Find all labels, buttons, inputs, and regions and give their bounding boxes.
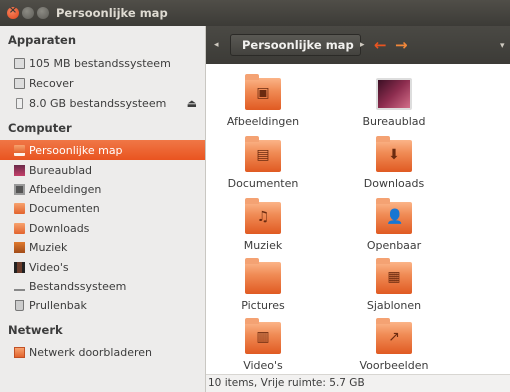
public-folder-icon: 👤 xyxy=(376,198,412,234)
breadcrumb-right-arrow[interactable]: ▸ xyxy=(360,40,365,50)
music-folder-icon xyxy=(14,241,25,253)
pictures-folder-icon xyxy=(14,183,25,195)
sidebar-item-trash[interactable]: Prullenbak xyxy=(0,295,205,315)
title-bar: × Persoonlijke map xyxy=(0,0,510,26)
status-text: 10 items, Vrije ruimte: 5.7 GB xyxy=(208,377,365,389)
sidebar-item-label: Prullenbak xyxy=(29,298,87,312)
sidebar-item-recover[interactable]: Recover xyxy=(0,73,205,93)
pictures-folder-icon: ▣ xyxy=(245,74,281,110)
file-item-afbeeldingen[interactable]: ▣ Afbeeldingen xyxy=(215,74,311,140)
file-item-sjablonen[interactable]: ▦ Sjablonen xyxy=(346,258,442,324)
breadcrumb-label: Persoonlijke map xyxy=(242,38,354,52)
sidebar-heading-network: Netwerk xyxy=(8,323,63,337)
videos-folder-icon xyxy=(14,261,25,273)
breadcrumb-home-button[interactable]: Persoonlijke map xyxy=(230,34,361,56)
downloads-folder-icon: ⬇ xyxy=(376,136,412,172)
menu-arrow[interactable]: ▾ xyxy=(500,41,505,51)
documents-folder-icon: ▤ xyxy=(245,136,281,172)
sidebar-item-label: 8.0 GB bestandssysteem xyxy=(29,96,167,110)
sidebar-item-label: 105 MB bestandssysteem xyxy=(29,56,171,70)
examples-folder-icon: ↗ xyxy=(376,318,412,354)
minimize-button[interactable] xyxy=(22,7,34,19)
trash-icon xyxy=(15,299,24,311)
file-label: Openbaar xyxy=(366,239,422,252)
file-label: Sjablonen xyxy=(366,299,422,312)
file-label: Voorbeelden xyxy=(359,359,429,372)
sidebar-heading-computer: Computer xyxy=(8,121,72,135)
eject-icon[interactable]: ⏏ xyxy=(187,97,197,110)
file-label: Muziek xyxy=(243,239,283,252)
back-button[interactable]: ← xyxy=(374,36,387,54)
templates-folder-icon: ▦ xyxy=(376,258,412,294)
desktop-icon xyxy=(14,164,25,176)
sidebar-item-music[interactable]: Muziek xyxy=(0,237,205,257)
sidebar-item-label: Documenten xyxy=(29,201,100,215)
file-item-bureaublad[interactable]: Bureaublad xyxy=(346,78,442,140)
file-item-pictures[interactable]: Pictures xyxy=(215,258,311,324)
sidebar-item-pictures[interactable]: Afbeeldingen xyxy=(0,179,205,199)
file-item-openbaar[interactable]: 👤 Openbaar xyxy=(346,198,442,264)
sidebar-item-label: Persoonlijke map xyxy=(29,143,123,157)
sidebar-heading-devices: Apparaten xyxy=(8,33,77,47)
maximize-button[interactable] xyxy=(37,7,49,19)
file-label: Video's xyxy=(243,359,283,372)
sidebar: Apparaten 105 MB bestandssysteem Recover… xyxy=(0,26,206,392)
sidebar-item-desktop[interactable]: Bureaublad xyxy=(0,160,205,180)
downloads-folder-icon xyxy=(14,222,25,234)
sidebar-item-label: Bureaublad xyxy=(29,163,93,177)
filesystem-icon xyxy=(14,285,25,291)
window-title: Persoonlijke map xyxy=(56,6,168,20)
sidebar-item-label: Downloads xyxy=(29,221,90,235)
sidebar-item-videos[interactable]: Video's xyxy=(0,257,205,277)
sidebar-item-browse-network[interactable]: Netwerk doorbladeren xyxy=(0,342,205,362)
network-icon xyxy=(14,346,25,358)
file-item-downloads[interactable]: ⬇ Downloads xyxy=(346,136,442,202)
desktop-icon xyxy=(376,78,412,110)
folder-icon xyxy=(245,258,281,294)
file-label: Bureaublad xyxy=(362,115,426,128)
sidebar-item-label: Video's xyxy=(29,260,69,274)
sidebar-item-home[interactable]: Persoonlijke map xyxy=(0,140,205,160)
sidebar-item-label: Bestandssysteem xyxy=(29,279,127,293)
file-grid: ▣ Afbeeldingen Bureaublad ▤ Documenten ⬇… xyxy=(206,64,510,374)
sidebar-item-label: Muziek xyxy=(29,240,68,254)
sidebar-item-label: Afbeeldingen xyxy=(29,182,102,196)
sidebar-item-documents[interactable]: Documenten xyxy=(0,198,205,218)
file-label: Afbeeldingen xyxy=(226,115,300,128)
sidebar-item-label: Recover xyxy=(29,76,74,90)
sidebar-item-label: Netwerk doorbladeren xyxy=(29,345,152,359)
file-item-muziek[interactable]: ♫ Muziek xyxy=(215,198,311,264)
usb-drive-icon xyxy=(16,97,23,109)
sidebar-item-filesystem[interactable]: Bestandssysteem xyxy=(0,276,205,296)
disk-icon xyxy=(14,57,25,69)
sidebar-item-105mb[interactable]: 105 MB bestandssysteem xyxy=(0,53,205,73)
status-bar: 10 items, Vrije ruimte: 5.7 GB xyxy=(206,374,510,392)
close-icon: × xyxy=(8,5,18,16)
toolbar: ◂ Persoonlijke map ▸ ← → ▾ xyxy=(206,26,510,64)
breadcrumb-left-arrow[interactable]: ◂ xyxy=(214,40,219,50)
close-button[interactable]: × xyxy=(7,5,19,19)
forward-button[interactable]: → xyxy=(395,36,408,54)
sidebar-item-8gb[interactable]: 8.0 GB bestandssysteem ⏏ xyxy=(0,93,205,113)
music-folder-icon: ♫ xyxy=(245,198,281,234)
videos-folder-icon: ▥ xyxy=(245,318,281,354)
home-folder-icon xyxy=(14,144,25,156)
sidebar-item-downloads[interactable]: Downloads xyxy=(0,218,205,238)
file-label: Downloads xyxy=(363,177,425,190)
documents-folder-icon xyxy=(14,202,25,214)
disk-icon xyxy=(14,77,25,89)
file-label: Documenten xyxy=(227,177,299,190)
file-label: Pictures xyxy=(241,299,285,312)
file-item-documenten[interactable]: ▤ Documenten xyxy=(215,136,311,202)
